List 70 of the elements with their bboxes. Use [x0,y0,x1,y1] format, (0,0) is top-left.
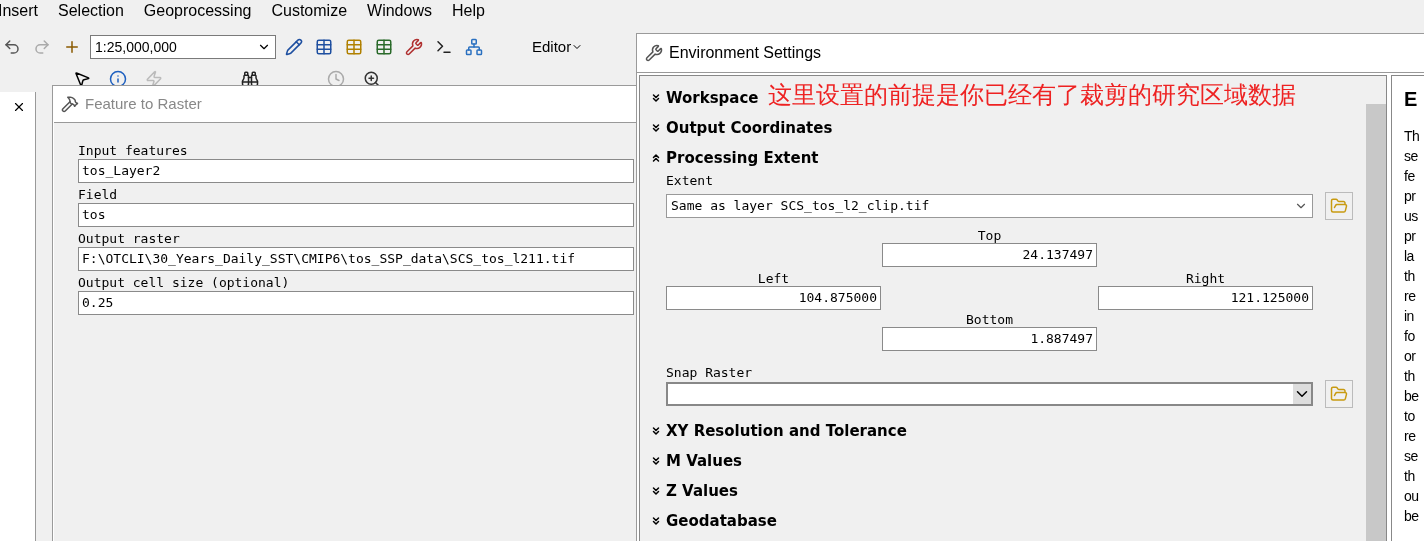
menu-item[interactable]: Selection [58,0,124,23]
expand-icon [650,122,662,134]
help-text: re [1404,287,1417,306]
section-header[interactable]: Processing Extent [650,143,821,173]
expand-icon [650,515,662,527]
folder-icon [1330,385,1348,403]
help-heading: E [1404,87,1419,112]
bottom-field[interactable]: 1.887497 [882,327,1097,351]
extent-combobox[interactable]: Same as layer SCS_tos_l2_clip.tif [666,194,1313,218]
help-text: fe [1404,167,1416,186]
help-text: th [1404,367,1416,386]
hammer-icon [61,95,79,113]
field-label: Input features [78,143,189,159]
help-text: or [1404,347,1417,366]
input-field[interactable]: 0.25 [78,291,634,315]
help-text: th [1404,467,1416,486]
section-header[interactable]: Output Coordinates [650,113,835,143]
close-icon [12,100,26,114]
input-field[interactable]: tos [78,203,634,227]
menu-item[interactable]: Customize [271,0,348,23]
menu-item[interactable]: Insert [0,0,38,23]
section-header[interactable]: Workspace [650,83,761,113]
help-text: be [1404,387,1420,406]
field-label: Field [78,187,119,203]
collapse-icon [650,152,662,164]
window-title: Environment Settings [669,43,822,63]
expand-icon [650,92,662,104]
top-field[interactable]: 24.137497 [882,243,1097,267]
help-text: ou [1404,487,1420,506]
section-header[interactable]: Geodatabase [650,506,779,536]
menu-item[interactable]: Windows [367,0,432,23]
section-header[interactable]: XY Resolution and Tolerance [650,416,909,446]
right-field[interactable]: 121.125000 [1098,286,1313,310]
folder-icon [1330,197,1348,215]
help-text: re [1404,427,1417,446]
tools-icon [645,44,663,62]
window-title: Feature to Raster [85,93,202,114]
help-text: se [1404,147,1419,166]
help-text: Th [1404,127,1421,146]
field-label: Snap Raster [666,365,754,380]
input-field[interactable]: tos_Layer2 [78,159,634,183]
help-text: fo [1404,327,1416,346]
field-label: Right [1185,271,1226,286]
editor-menu[interactable]: Editor [532,35,584,59]
expand-icon [650,485,662,497]
field-label: Left [757,271,790,286]
help-text: th [1404,267,1416,286]
help-text: in [1404,307,1415,326]
field-label: Output raster [78,231,181,247]
field-label: Output cell size (optional) [78,275,291,291]
scale-combobox[interactable]: 1:25,000,000 [90,35,276,59]
left-field[interactable]: 104.875000 [666,286,881,310]
expand-icon [650,455,662,467]
input-field[interactable]: F:\OTCLI\30_Years_Daily_SST\CMIP6\tos_SSP_data\SCS_tos_l211.tif [78,247,634,271]
help-text: pr [1404,227,1417,246]
help-text: us [1404,207,1419,226]
expand-icon [650,425,662,437]
field-label: Top [977,228,1002,243]
help-text: to [1404,407,1416,426]
help-text: be [1404,507,1420,526]
menu-item[interactable]: Help [451,0,485,23]
help-text: pr [1404,187,1417,206]
help-text: se [1404,447,1419,466]
help-text: la [1404,247,1416,266]
section-header[interactable]: M Values [650,446,744,476]
section-header[interactable]: Z Values [650,476,740,506]
annotation-text: 这里设置的前提是你已经有了裁剪的研究区域数据 [768,82,1296,108]
field-label: Bottom [966,312,1013,327]
menu-item[interactable]: Geoprocessing [143,0,252,23]
field-label: Extent [666,173,714,188]
